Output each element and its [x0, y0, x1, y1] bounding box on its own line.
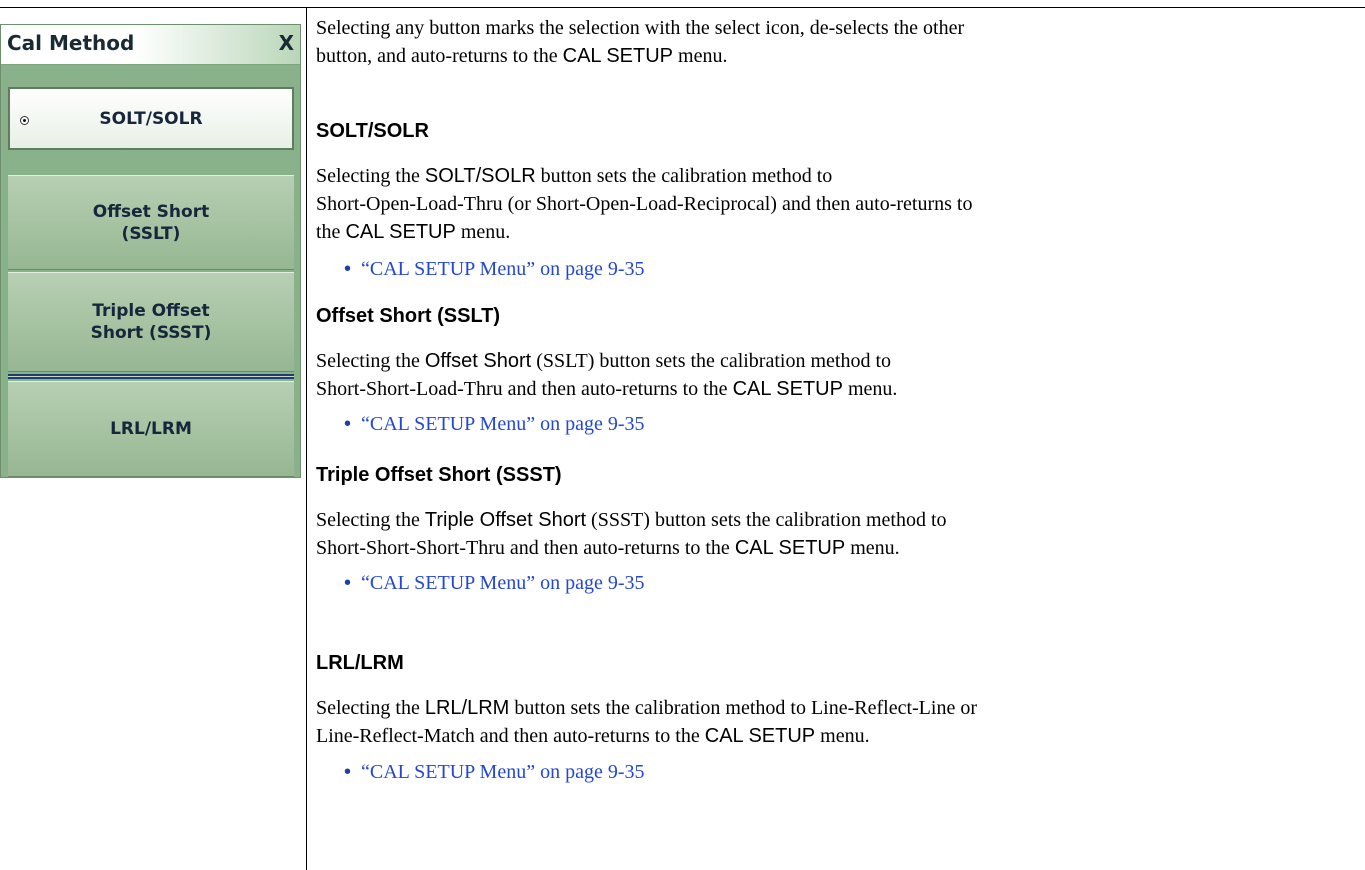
text: (SSLT)	[531, 350, 595, 372]
menu-name: CAL SETUP	[704, 725, 816, 747]
cal-setup-link[interactable]: “CAL SETUP Menu” on page 9-35	[361, 258, 644, 280]
bullet-link-2: • “CAL SETUP Menu” on page 9-35	[344, 410, 644, 438]
button-name: Offset Short	[424, 350, 532, 372]
top-rule	[0, 7, 1365, 8]
text: Short-Short-Load-Thru and then auto-retu…	[316, 378, 733, 400]
lrl-lrm-paragraph: Selecting the LRL/LRM button sets the ca…	[316, 694, 1356, 750]
cal-setup-link[interactable]: “CAL SETUP Menu” on page 9-35	[361, 413, 644, 435]
menu-name: CAL SETUP	[732, 378, 843, 400]
menu-separator	[8, 374, 294, 379]
bullet-icon: •	[344, 413, 352, 435]
lrl-lrm-button[interactable]: LRL/LRM	[8, 381, 294, 477]
text: menu.	[845, 537, 900, 559]
text: Line-Reflect-Match and then auto-returns…	[316, 725, 705, 747]
text: Short-Short-Short-Thru and then auto-ret…	[316, 537, 735, 559]
bullet-link-4: • “CAL SETUP Menu” on page 9-35	[344, 758, 644, 786]
bullet-icon: •	[344, 258, 352, 280]
menu-name: CAL SETUP	[734, 537, 846, 559]
cal-method-menu: Cal Method X SOLT/SOLR Offset Short (SSL…	[0, 24, 301, 478]
heading-offset-short: Offset Short (SSLT)	[316, 305, 501, 327]
text: menu.	[842, 378, 898, 400]
text: button sets the calibration method to	[535, 165, 833, 187]
text: (SSST)	[586, 509, 650, 531]
triple-offset-short-paragraph: Selecting the Triple Offset Short (SSST)…	[316, 506, 1356, 562]
intro-line2-start: button, and auto-returns to the	[316, 45, 563, 67]
cal-setup-link[interactable]: “CAL SETUP Menu” on page 9-35	[361, 761, 644, 783]
text: Selecting the	[316, 165, 425, 187]
offset-short-button[interactable]: Offset Short (SSLT)	[8, 175, 294, 270]
radio-selected-icon	[20, 116, 29, 125]
intro-paragraph: Selecting any button marks the selection…	[316, 14, 1356, 70]
bullet-link-1: • “CAL SETUP Menu” on page 9-35	[344, 255, 644, 283]
text: button sets the calibration method to	[649, 509, 947, 531]
text: button sets the calibration method to Li…	[509, 697, 977, 719]
text: menu.	[455, 221, 511, 243]
offset-short-label: Offset Short (SSLT)	[92, 201, 210, 244]
menu-name: CAL SETUP	[345, 221, 456, 243]
intro-line1: Selecting any button marks the selection…	[316, 17, 965, 39]
text: Selecting the	[316, 697, 425, 719]
column-rule	[306, 7, 307, 870]
lrl-lrm-label: LRL/LRM	[110, 419, 192, 439]
menu-title-bar: Cal Method X	[1, 25, 300, 65]
solt-solr-label: SOLT/SOLR	[99, 108, 203, 129]
text: the	[316, 221, 346, 243]
solt-solr-button[interactable]: SOLT/SOLR	[8, 87, 294, 150]
text: Selecting the	[316, 350, 425, 372]
triple-offset-short-label: Triple Offset Short (SSST)	[90, 301, 212, 343]
heading-triple-offset-short: Triple Offset Short (SSST)	[316, 464, 562, 486]
button-name: Triple Offset Short	[424, 509, 587, 531]
text: button sets the calibration method to	[594, 350, 892, 372]
solt-solr-paragraph: Selecting the SOLT/SOLR button sets the …	[316, 162, 1356, 246]
bullet-icon: •	[344, 572, 352, 594]
cal-setup-link[interactable]: “CAL SETUP Menu” on page 9-35	[361, 572, 644, 594]
intro-menu-name: CAL SETUP	[562, 45, 674, 67]
close-button[interactable]: X	[279, 31, 294, 55]
bullet-icon: •	[344, 761, 352, 783]
text: Short-Open-Load-Thru (or Short-Open-Load…	[316, 193, 973, 215]
text: Selecting the	[316, 509, 425, 531]
triple-offset-short-button[interactable]: Triple Offset Short (SSST)	[8, 272, 294, 372]
button-name: LRL/LRM	[424, 697, 510, 719]
text: menu.	[815, 725, 870, 747]
offset-short-paragraph: Selecting the Offset Short (SSLT) button…	[316, 347, 1356, 403]
menu-title: Cal Method	[7, 31, 135, 55]
intro-line2-end: menu.	[673, 45, 728, 67]
button-name: SOLT/SOLR	[424, 165, 536, 187]
heading-lrl-lrm: LRL/LRM	[316, 652, 404, 674]
heading-solt-solr: SOLT/SOLR	[316, 120, 429, 142]
bullet-link-3: • “CAL SETUP Menu” on page 9-35	[344, 569, 644, 597]
